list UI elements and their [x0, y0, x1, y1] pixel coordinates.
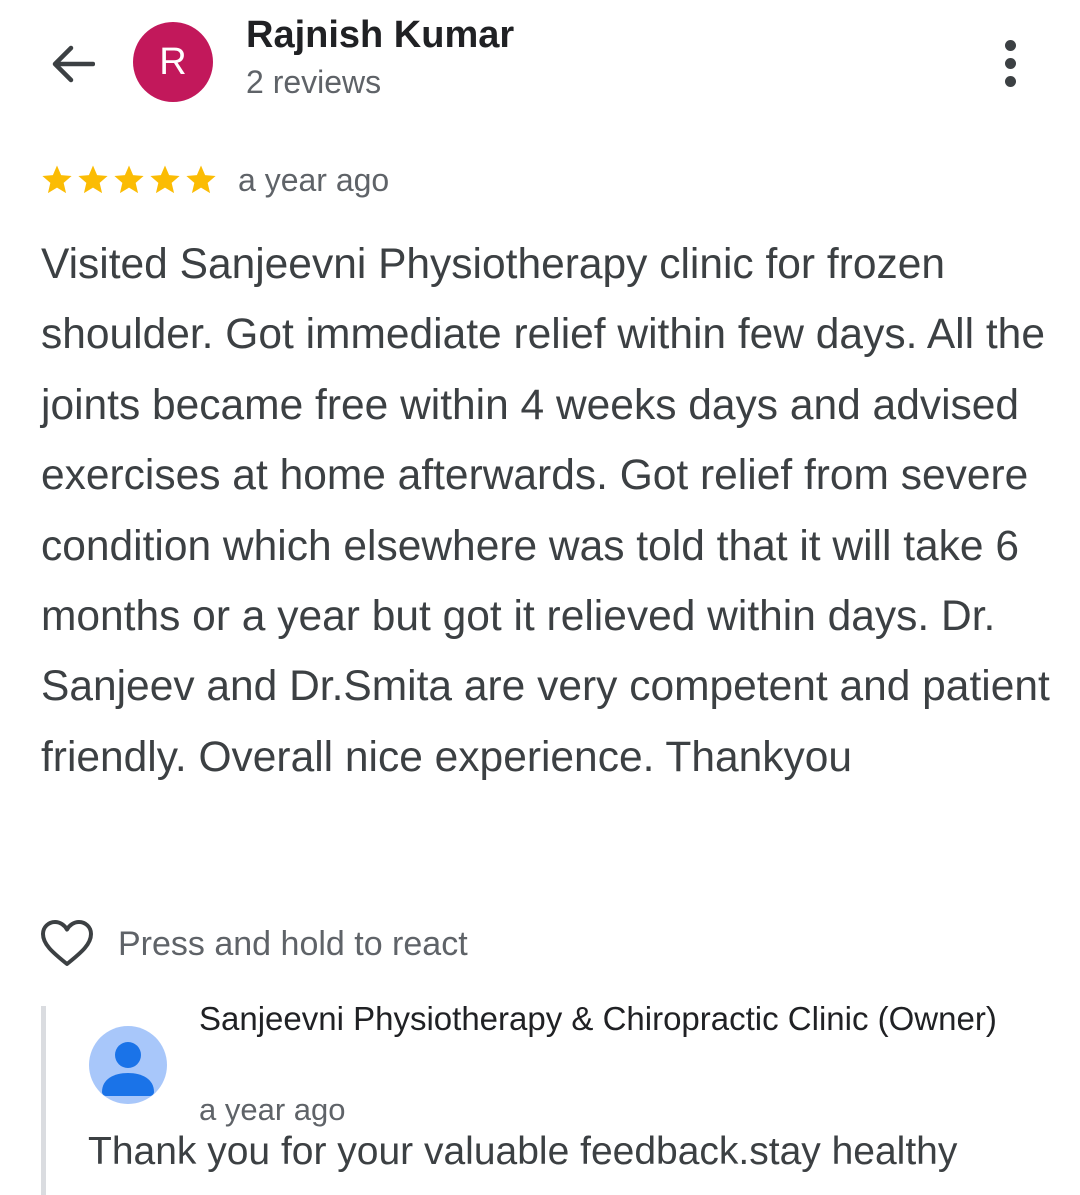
star-icon	[150, 165, 180, 194]
more-vert-icon-dot	[1004, 57, 1016, 69]
arrow-back-icon	[52, 45, 95, 83]
more-vert-icon-dot	[1004, 39, 1016, 51]
owner-response-text: Thank you for your valuable feedback.sta…	[88, 1130, 958, 1173]
reviewer-avatar[interactable]: R	[133, 22, 213, 102]
star-icon	[78, 165, 108, 194]
rating-row: a year ago	[40, 160, 389, 200]
reviewer-name[interactable]: Rajnish Kumar	[246, 14, 514, 57]
star-icon	[114, 165, 144, 194]
review-time: a year ago	[238, 161, 390, 198]
star-icon	[42, 165, 72, 194]
more-vert-icon-dot	[1004, 75, 1016, 87]
heart-outline-icon	[41, 920, 93, 966]
react-button[interactable]: Press and hold to react	[40, 916, 468, 972]
reviewer-review-count: 2 reviews	[246, 64, 382, 100]
back-button[interactable]	[46, 40, 98, 88]
default-person-icon	[102, 1042, 154, 1096]
review-text: Visited Sanjeevni Physiotherapy clinic f…	[41, 241, 1050, 781]
star-rating	[40, 163, 218, 197]
owner-response-time: a year ago	[199, 1092, 346, 1127]
owner-avatar	[89, 1026, 167, 1104]
more-options-button[interactable]	[988, 36, 1032, 90]
react-label: Press and hold to react	[118, 924, 468, 963]
owner-response-divider	[41, 1006, 46, 1195]
owner-name: Sanjeevni Physiotherapy & Chiropractic C…	[199, 1000, 997, 1037]
star-icon	[186, 165, 216, 194]
